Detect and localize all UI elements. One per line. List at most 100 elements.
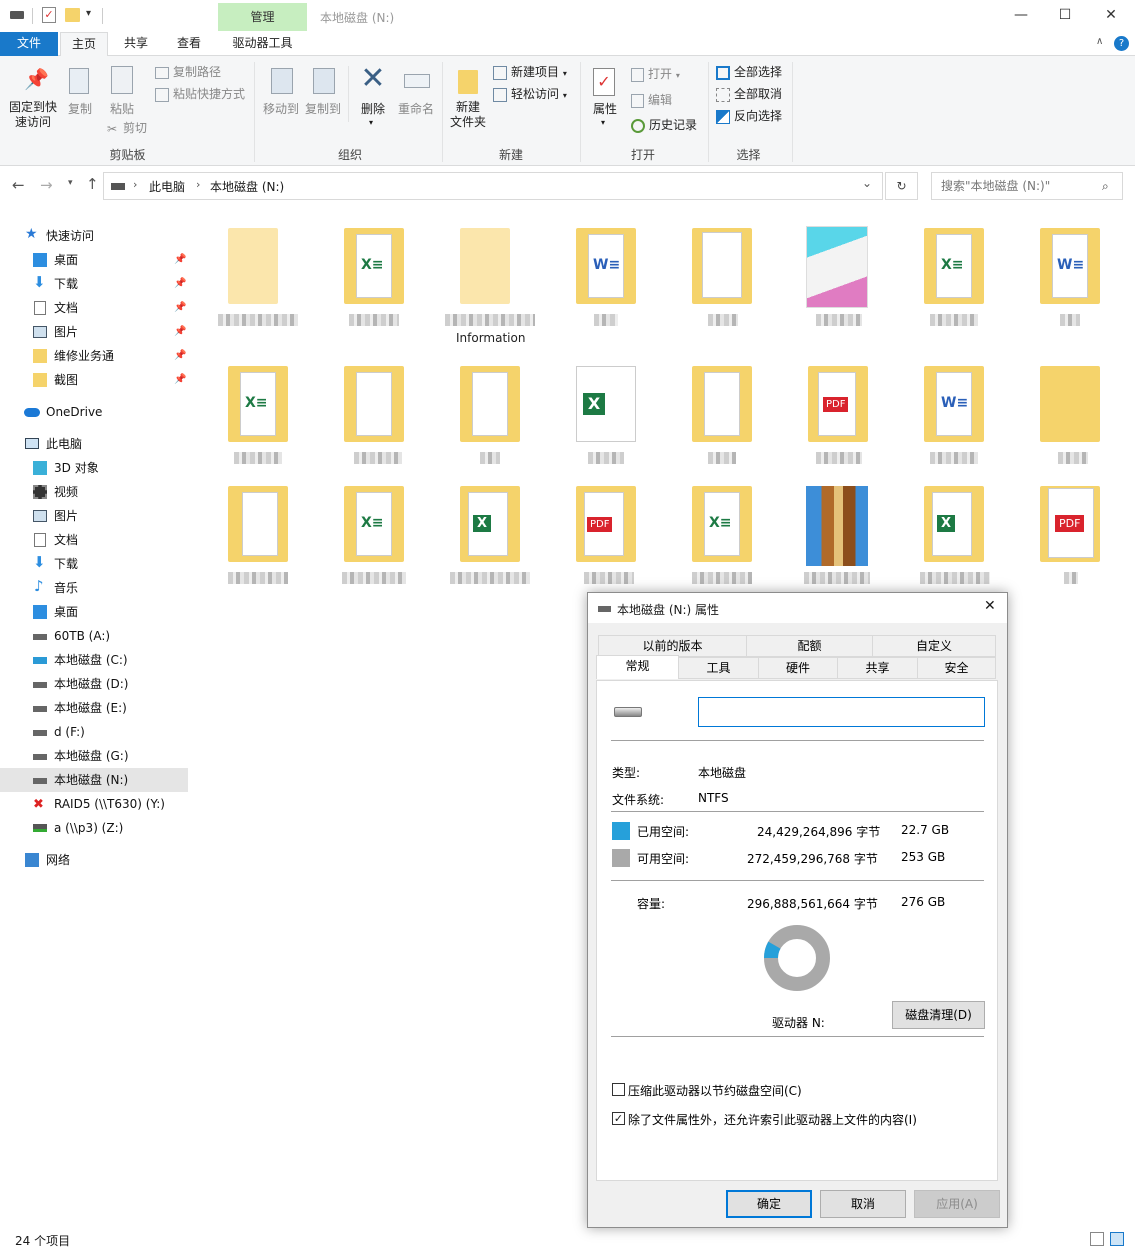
chevron-right-icon[interactable]: › <box>133 178 137 191</box>
volume-name-input[interactable] <box>698 697 985 727</box>
pin-icon[interactable]: 📌 <box>174 368 186 392</box>
cancel-button[interactable]: 取消 <box>820 1190 906 1218</box>
help-icon[interactable]: ? <box>1114 36 1129 51</box>
apply-button[interactable]: 应用(A) <box>914 1190 1000 1218</box>
rename-button[interactable]: 重命名 <box>394 60 438 140</box>
file-item[interactable] <box>208 218 308 338</box>
tab-hardware[interactable]: 硬件 <box>758 657 838 679</box>
file-item[interactable]: PDF <box>1020 476 1120 596</box>
disk-cleanup-button[interactable]: 磁盘清理(D) <box>892 1001 985 1029</box>
new-folder-qat-icon[interactable] <box>65 8 80 22</box>
details-view-icon[interactable] <box>1090 1232 1104 1246</box>
nav-item-pictures[interactable]: 图片 📌 <box>0 320 188 344</box>
file-item[interactable]: X≡ <box>324 218 424 338</box>
properties-qat-icon[interactable]: ✓ <box>42 7 56 23</box>
file-item[interactable] <box>788 476 888 596</box>
edit-button[interactable]: 编辑 <box>631 90 672 110</box>
open-button[interactable]: 打开 ▾ <box>631 64 680 84</box>
collapse-ribbon-icon[interactable]: ∧ <box>1096 36 1103 47</box>
compress-checkbox[interactable] <box>612 1083 625 1096</box>
nav-item-pictures-pc[interactable]: 图片 <box>0 504 188 528</box>
chevron-down-icon[interactable]: ⌄ <box>862 176 872 190</box>
refresh-button[interactable]: ↻ <box>885 172 918 200</box>
nav-item-repair-folder[interactable]: 维修业务通 📌 <box>0 344 188 368</box>
pin-icon[interactable]: 📌 <box>174 272 186 296</box>
breadcrumb-drive-n[interactable]: 本地磁盘 (N:) <box>210 178 284 195</box>
qat-dropdown-icon[interactable]: ▾ <box>86 8 91 19</box>
delete-button[interactable]: ✕ 删除 ▾ <box>354 60 392 140</box>
file-item[interactable] <box>788 218 888 338</box>
copy-button[interactable]: 复制 <box>62 60 98 120</box>
tab-home[interactable]: 主页 <box>60 32 108 57</box>
nav-item-documents[interactable]: 文档 📌 <box>0 296 188 320</box>
copy-to-button[interactable]: 复制到 <box>302 60 344 140</box>
nav-item-drive-f[interactable]: d (F:) <box>0 720 188 744</box>
forward-arrow-icon[interactable]: → <box>40 176 53 194</box>
nav-item-documents-pc[interactable]: 文档 <box>0 528 188 552</box>
manage-context-tab[interactable]: 管理 <box>218 3 307 31</box>
pin-icon[interactable]: 📌 <box>174 296 186 320</box>
history-button[interactable]: 历史记录 <box>631 115 697 135</box>
tab-tools[interactable]: 工具 <box>678 657 759 679</box>
pin-icon[interactable]: 📌 <box>174 248 186 272</box>
new-item-button[interactable]: 新建项目 ▾ <box>493 62 567 82</box>
file-item[interactable] <box>672 218 772 338</box>
search-input[interactable]: 搜索"本地磁盘 (N:)" ⌕ <box>931 172 1123 200</box>
select-all-button[interactable]: 全部选择 <box>716 62 782 82</box>
nav-item-drive-e[interactable]: 本地磁盘 (E:) <box>0 696 188 720</box>
file-item[interactable]: PDF <box>556 476 656 596</box>
file-item[interactable] <box>324 356 424 476</box>
nav-item-downloads[interactable]: ⬇ 下载 📌 <box>0 272 188 296</box>
pin-icon[interactable]: 📌 <box>174 344 186 368</box>
new-folder-button[interactable]: 新建 文件夹 <box>446 60 490 140</box>
properties-button[interactable]: ✓ 属性 ▾ <box>586 60 624 140</box>
tab-drive-tools[interactable]: 驱动器工具 <box>220 32 305 56</box>
index-checkbox[interactable]: ✓ <box>612 1112 625 1125</box>
file-item[interactable] <box>1020 356 1120 476</box>
close-button[interactable]: ✕ <box>1088 0 1134 32</box>
up-arrow-icon[interactable]: ↑ <box>86 175 99 193</box>
large-icons-view-icon[interactable] <box>1110 1232 1124 1246</box>
file-item[interactable] <box>440 356 540 476</box>
file-item[interactable]: X <box>440 476 540 596</box>
recent-locations-icon[interactable]: ▾ <box>68 178 73 188</box>
paste-shortcut-button[interactable]: 粘贴快捷方式 <box>155 84 245 104</box>
back-arrow-icon[interactable]: ← <box>12 176 25 194</box>
tab-general[interactable]: 常规 <box>596 655 679 679</box>
nav-quick-access[interactable]: ★ 快速访问 <box>0 224 188 248</box>
file-item[interactable]: Information <box>440 218 540 345</box>
nav-item-drive-n[interactable]: 本地磁盘 (N:) <box>0 768 188 792</box>
file-item[interactable]: X <box>556 356 656 476</box>
maximize-button[interactable]: ☐ <box>1042 0 1088 32</box>
nav-this-pc[interactable]: 此电脑 <box>0 432 188 456</box>
nav-item-3d-objects[interactable]: 3D 对象 <box>0 456 188 480</box>
tab-view[interactable]: 查看 <box>165 32 213 56</box>
tab-share[interactable]: 共享 <box>112 32 160 56</box>
pin-icon[interactable]: 📌 <box>174 320 186 344</box>
paste-button[interactable]: 粘贴 <box>104 60 140 120</box>
chevron-right-icon[interactable]: › <box>196 178 200 191</box>
nav-item-drive-y[interactable]: ✖ RAID5 (\\T630) (Y:) <box>0 792 188 816</box>
move-to-button[interactable]: 移动到 <box>260 60 302 140</box>
file-item[interactable]: X≡ <box>672 476 772 596</box>
nav-item-drive-d[interactable]: 本地磁盘 (D:) <box>0 672 188 696</box>
cut-button[interactable]: ✂ 剪切 <box>107 118 147 138</box>
properties-dropdown-icon[interactable]: ▾ <box>601 118 605 127</box>
file-item[interactable]: PDF <box>788 356 888 476</box>
pin-quick-access-button[interactable]: 📌 固定到快 速访问 <box>4 60 62 140</box>
nav-network[interactable]: 网络 <box>0 848 188 872</box>
file-item[interactable]: W≡ <box>1020 218 1120 338</box>
file-item[interactable] <box>208 476 308 596</box>
easy-access-button[interactable]: 轻松访问 ▾ <box>493 84 567 104</box>
file-item[interactable] <box>672 356 772 476</box>
nav-item-drive-c[interactable]: 本地磁盘 (C:) <box>0 648 188 672</box>
ok-button[interactable]: 确定 <box>726 1190 812 1218</box>
nav-item-desktop-pc[interactable]: 桌面 <box>0 600 188 624</box>
tab-file[interactable]: 文件 <box>0 32 58 56</box>
copy-path-button[interactable]: 复制路径 <box>155 62 221 82</box>
nav-item-screenshots[interactable]: 截图 📌 <box>0 368 188 392</box>
tab-sharing[interactable]: 共享 <box>837 657 918 679</box>
breadcrumb-this-pc[interactable]: 此电脑 <box>149 178 185 195</box>
nav-item-drive-a[interactable]: 60TB (A:) <box>0 624 188 648</box>
nav-item-videos[interactable]: 视频 <box>0 480 188 504</box>
